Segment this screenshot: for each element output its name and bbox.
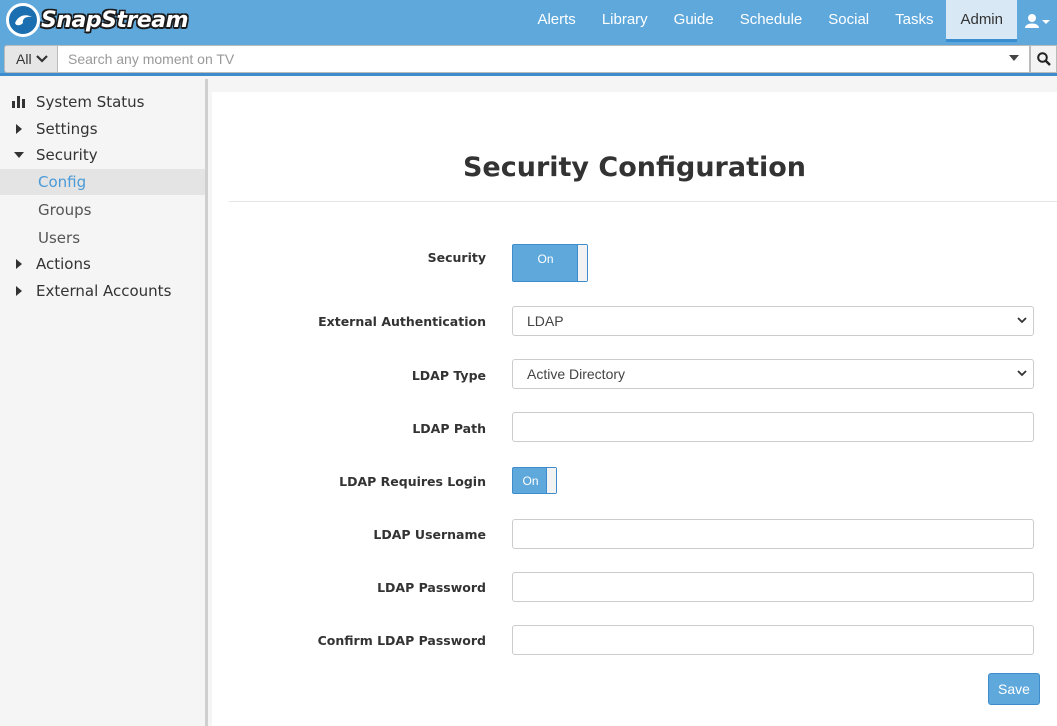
ldap-username-input[interactable] — [512, 519, 1034, 549]
ldap-path-label: LDAP Path — [412, 421, 486, 436]
chevron-down-icon — [35, 55, 48, 63]
search-input[interactable] — [58, 45, 1030, 73]
caret-down-icon — [0, 151, 36, 159]
security-toggle-state: On — [537, 252, 554, 266]
external-auth-value: LDAP — [527, 313, 564, 329]
user-icon — [1025, 14, 1050, 28]
sidebar-item-label: External Accounts — [36, 282, 172, 300]
sidebar-item-label: Actions — [36, 255, 91, 273]
top-navbar: SnapStream Alerts Library Guide Schedule… — [0, 0, 1057, 42]
main-content: Security Configuration Security On Exter… — [212, 92, 1057, 726]
sidebar-item-label: Users — [38, 229, 81, 247]
sidebar-item-label: Groups — [38, 201, 92, 219]
caret-right-icon — [0, 259, 36, 269]
confirm-ldap-password-label: Confirm LDAP Password — [317, 633, 486, 648]
ldap-type-label: LDAP Type — [411, 368, 486, 383]
sidebar-divider[interactable] — [205, 79, 208, 726]
nav-alerts[interactable]: Alerts — [524, 0, 588, 42]
sidebar-item-config[interactable]: Config — [0, 169, 205, 195]
caret-right-icon — [0, 124, 36, 134]
ldap-requires-login-toggle[interactable]: On — [512, 467, 557, 494]
nav-admin[interactable]: Admin — [946, 0, 1017, 42]
sidebar-item-users[interactable]: Users — [0, 225, 205, 251]
save-button[interactable]: Save — [988, 673, 1040, 705]
search-history-caret-icon[interactable] — [1009, 55, 1019, 61]
ldap-password-input[interactable] — [512, 572, 1034, 602]
user-menu-button[interactable] — [1017, 0, 1057, 42]
sidebar-item-settings[interactable]: Settings — [0, 116, 205, 142]
nav-library[interactable]: Library — [589, 0, 661, 42]
ldap-requires-login-label: LDAP Requires Login — [339, 474, 486, 489]
main-nav: Alerts Library Guide Schedule Social Tas… — [524, 0, 1057, 42]
sidebar-item-actions[interactable]: Actions — [0, 251, 205, 277]
toggle-knob — [577, 245, 587, 281]
security-label: Security — [427, 250, 486, 265]
sidebar-item-label: Security — [36, 146, 98, 164]
chevron-down-icon — [1017, 317, 1027, 324]
logo-text: SnapStream — [41, 7, 189, 33]
sidebar-item-external-accounts[interactable]: External Accounts — [0, 278, 205, 304]
search-icon — [1036, 52, 1051, 66]
logo-badge-icon — [6, 3, 40, 37]
toggle-knob — [546, 468, 556, 493]
title-divider — [229, 201, 1057, 202]
sidebar-item-label: Settings — [36, 120, 98, 138]
security-toggle[interactable]: On — [512, 244, 588, 282]
sidebar-item-security[interactable]: Security — [0, 142, 205, 168]
sidebar-item-system-status[interactable]: System Status — [0, 89, 205, 115]
ldap-password-label: LDAP Password — [377, 580, 486, 595]
ldap-username-label: LDAP Username — [373, 527, 486, 542]
ldap-path-input[interactable] — [512, 412, 1034, 442]
nav-schedule[interactable]: Schedule — [727, 0, 816, 42]
bar-chart-icon — [0, 96, 36, 108]
search-button[interactable] — [1030, 45, 1057, 73]
admin-sidebar: System Status Settings Security Config G… — [0, 79, 205, 726]
external-auth-label: External Authentication — [318, 314, 486, 329]
ldap-requires-login-state: On — [522, 474, 539, 488]
nav-social[interactable]: Social — [815, 0, 882, 42]
chevron-down-icon — [1017, 370, 1027, 377]
sidebar-item-label: Config — [38, 173, 87, 191]
confirm-ldap-password-input[interactable] — [512, 625, 1034, 655]
sidebar-item-groups[interactable]: Groups — [0, 197, 205, 223]
search-bar: All — [0, 42, 1057, 76]
search-scope-label: All — [16, 51, 32, 67]
ldap-type-select[interactable]: Active Directory — [512, 359, 1034, 389]
nav-guide[interactable]: Guide — [661, 0, 727, 42]
search-scope-dropdown[interactable]: All — [4, 45, 58, 73]
snapstream-logo[interactable]: SnapStream — [6, 3, 189, 37]
page-title: Security Configuration — [462, 152, 807, 183]
ldap-type-value: Active Directory — [527, 366, 626, 382]
caret-right-icon — [0, 286, 36, 296]
sidebar-item-label: System Status — [36, 93, 145, 111]
nav-tasks[interactable]: Tasks — [882, 0, 946, 42]
external-auth-select[interactable]: LDAP — [512, 306, 1034, 336]
